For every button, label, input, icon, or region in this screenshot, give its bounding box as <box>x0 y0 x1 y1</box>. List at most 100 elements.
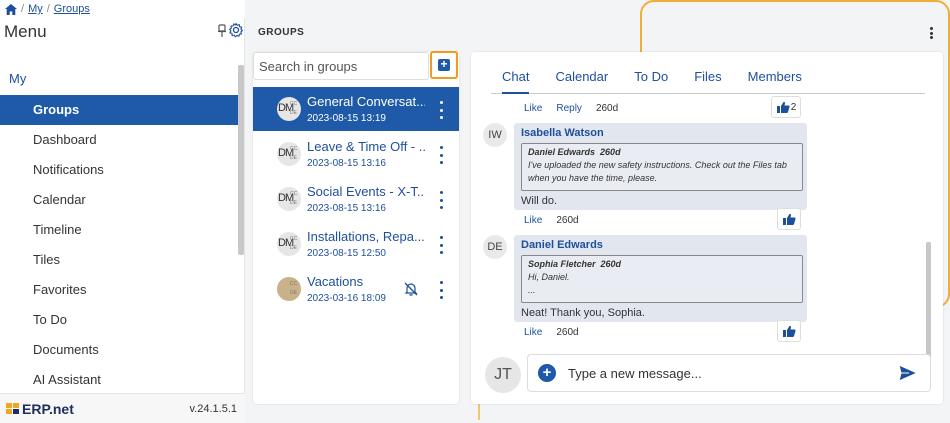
message-author[interactable]: Daniel Edwards <box>521 239 603 251</box>
reply-link[interactable]: Reply <box>556 103 582 114</box>
avatar-initials: CC <box>290 236 298 242</box>
sidebar-scrollbar[interactable] <box>238 65 244 255</box>
like-button[interactable]: 2 <box>771 96 801 118</box>
tab-calendar[interactable]: Calendar <box>555 67 608 94</box>
group-menu-icon[interactable] <box>439 101 443 119</box>
user-avatar: JT <box>485 357 521 393</box>
sidebar-section-my[interactable]: My <box>9 71 26 86</box>
like-button[interactable] <box>777 320 801 342</box>
message-actions: Like 260d <box>524 327 579 338</box>
groups-panel: + DM CC DE General Conversat... 2023-08-… <box>253 51 459 404</box>
quote-author: Daniel Edwards <box>528 147 596 157</box>
group-avatar: DM CC DE <box>277 187 301 211</box>
avatar-initials: DE <box>290 155 297 161</box>
group-item-leave[interactable]: DM CC DE Leave & Time Off - ... 2023-08-… <box>253 132 459 176</box>
page-title: GROUPS <box>258 27 305 38</box>
tab-members[interactable]: Members <box>748 67 802 94</box>
avatar-initials: DE <box>290 245 297 251</box>
group-avatar: DM CC DE <box>277 97 301 121</box>
chat-scrollbar[interactable] <box>926 242 931 362</box>
group-name: Leave & Time Off - ... <box>307 139 425 154</box>
sidebar-item-notifications[interactable]: Notifications <box>0 155 238 185</box>
message-composer: + <box>527 354 931 392</box>
more-options-icon[interactable] <box>930 27 934 39</box>
tab-chat[interactable]: Chat <box>502 67 530 94</box>
version-label: v.24.1.5.1 <box>189 402 238 415</box>
quote-line: Hi, Daniel. <box>528 272 570 282</box>
pin-icon[interactable] <box>217 24 227 38</box>
group-name: General Conversat... <box>307 94 425 109</box>
sidebar-item-documents[interactable]: Documents <box>0 335 238 365</box>
avatar-initials: CC <box>290 101 298 107</box>
avatar-initials: CC <box>290 146 298 152</box>
group-name: Social Events - X-T... <box>307 184 425 199</box>
like-link[interactable]: Like <box>524 103 542 114</box>
group-item-general[interactable]: DM CC DE General Conversat... 2023-08-15… <box>253 87 459 131</box>
sidebar: Menu My Groups Dashboard Notifications C… <box>0 18 245 423</box>
home-icon[interactable] <box>5 3 17 15</box>
sidebar-item-timeline[interactable]: Timeline <box>0 215 238 245</box>
attach-plus-icon[interactable]: + <box>538 364 556 382</box>
group-item-vacations[interactable]: CC DE Vacations 2023-03-16 18:09 <box>253 267 459 311</box>
message-bubble: Daniel Edwards Sophia Fletcher 260d Hi, … <box>514 235 807 322</box>
logo-text: ERP.net <box>22 400 74 417</box>
avatar-initials: DE <box>290 110 297 116</box>
avatar: IW <box>483 123 507 147</box>
like-button[interactable] <box>777 208 801 230</box>
message-input[interactable] <box>568 361 868 385</box>
sidebar-item-groups[interactable]: Groups <box>0 95 238 125</box>
message-text: Neat! Thank you, Sophia. <box>521 307 645 319</box>
group-avatar: DM CC DE <box>277 232 301 256</box>
quote-time: 260d <box>600 147 621 157</box>
group-date: 2023-08-15 13:16 <box>307 203 386 214</box>
gear-icon[interactable] <box>228 22 244 38</box>
quote-line: when you have the time, please. <box>528 173 658 183</box>
sidebar-item-calendar[interactable]: Calendar <box>0 185 238 215</box>
message-text: Will do. <box>521 195 558 207</box>
bell-off-icon[interactable] <box>403 281 419 297</box>
sidebar-item-favorites[interactable]: Favorites <box>0 275 238 305</box>
group-menu-icon[interactable] <box>439 281 443 299</box>
breadcrumb-separator: / <box>21 3 25 15</box>
quoted-message[interactable]: Sophia Fletcher 260d Hi, Daniel. ... <box>521 255 803 303</box>
quoted-message[interactable]: Daniel Edwards 260d I've uploaded the ne… <box>521 143 803 191</box>
breadcrumb-groups[interactable]: Groups <box>54 3 90 15</box>
tab-files[interactable]: Files <box>694 67 721 94</box>
tab-todo[interactable]: To Do <box>634 67 668 94</box>
quote-line: I've uploaded the new safety instruction… <box>528 160 787 170</box>
group-menu-icon[interactable] <box>439 236 443 254</box>
message-actions: Like 260d <box>524 215 579 226</box>
like-count: 2 <box>790 101 797 113</box>
avatar-initials: DE <box>290 200 297 206</box>
group-name: Installations, Repa... <box>307 229 425 244</box>
breadcrumb-my[interactable]: My <box>28 3 43 15</box>
avatar-initials: CC <box>290 191 298 197</box>
group-date: 2023-08-15 13:19 <box>307 113 386 124</box>
group-date: 2023-08-15 12:50 <box>307 248 386 259</box>
group-item-social[interactable]: DM CC DE Social Events - X-T... 2023-08-… <box>253 177 459 221</box>
group-menu-icon[interactable] <box>439 146 443 164</box>
sidebar-menu: Groups Dashboard Notifications Calendar … <box>0 95 238 395</box>
thumbs-up-icon <box>783 213 796 225</box>
sidebar-item-dashboard[interactable]: Dashboard <box>0 125 238 155</box>
message-author[interactable]: Isabella Watson <box>521 127 604 139</box>
send-icon[interactable] <box>898 364 918 382</box>
erp-logo: ERP.net <box>6 401 74 417</box>
quote-author: Sophia Fletcher <box>528 259 596 269</box>
add-icon: + <box>438 58 450 71</box>
thumbs-up-icon <box>776 101 790 113</box>
like-link[interactable]: Like <box>524 215 542 226</box>
avatar-initials: CC <box>290 281 298 287</box>
group-item-installations[interactable]: DM CC DE Installations, Repa... 2023-08-… <box>253 222 459 266</box>
breadcrumb-separator: / <box>46 3 50 15</box>
add-group-button[interactable]: + <box>430 51 458 79</box>
sidebar-item-todo[interactable]: To Do <box>0 305 238 335</box>
thumbs-up-icon <box>783 325 796 337</box>
menu-title: Menu <box>4 22 47 41</box>
sidebar-item-ai-assistant[interactable]: AI Assistant <box>0 365 238 395</box>
message-time: 260d <box>595 103 619 114</box>
sidebar-item-tiles[interactable]: Tiles <box>0 245 238 275</box>
group-menu-icon[interactable] <box>439 191 443 209</box>
like-link[interactable]: Like <box>524 327 542 338</box>
search-input[interactable] <box>253 52 429 80</box>
